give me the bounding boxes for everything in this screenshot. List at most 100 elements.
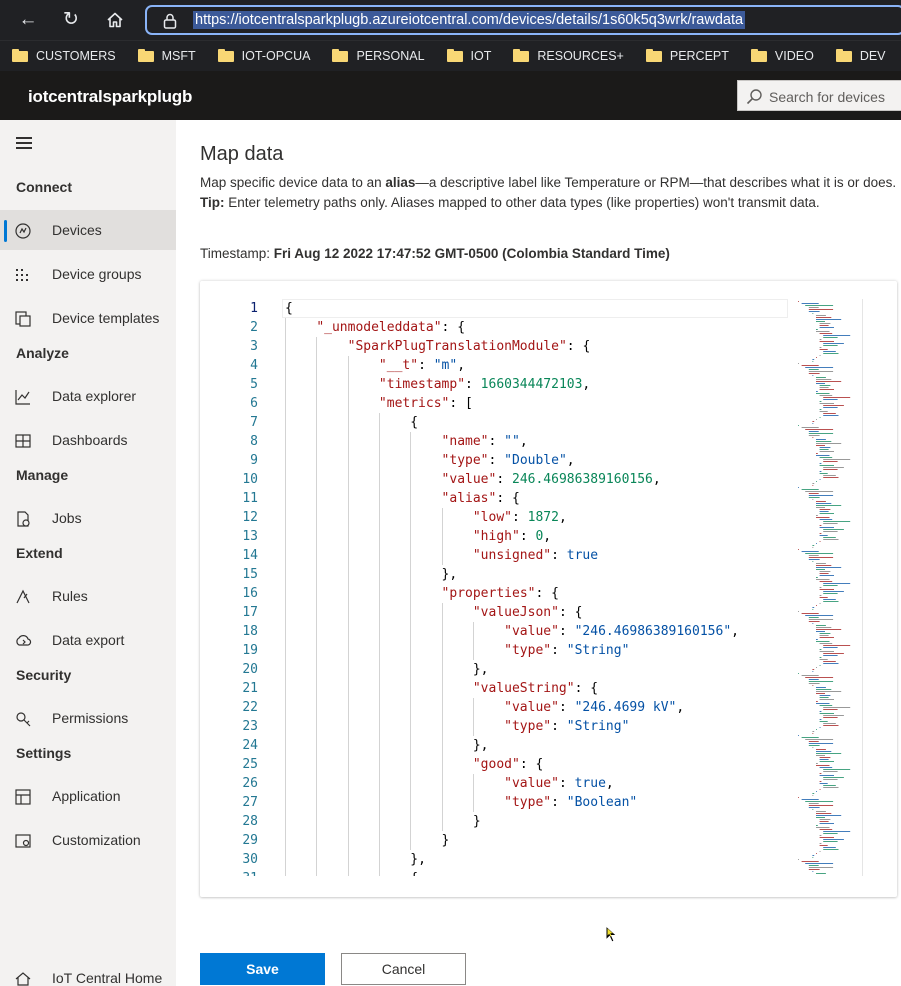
code-line[interactable]: 15 }, [200, 565, 795, 584]
json-code-editor[interactable]: 1{2 "_unmodeleddata": {3 "SparkPlugTrans… [200, 299, 897, 876]
address-bar[interactable]: https://iotcentralsparkplugb.azureiotcen… [145, 5, 901, 35]
minimap-line [816, 319, 842, 320]
code-line[interactable]: 2 "_unmodeleddata": { [200, 318, 795, 337]
minimap-line [816, 377, 826, 378]
line-number: 26 [242, 776, 258, 791]
code-line[interactable]: 3 "SparkPlugTranslationModule": { [200, 337, 795, 356]
sidebar-item-rules[interactable]: Rules [0, 576, 176, 616]
bookmark-personal[interactable]: PERSONAL [319, 41, 433, 71]
minimap-line [812, 361, 814, 362]
indent-guide [285, 622, 286, 641]
sidebar-item-data-explorer[interactable]: Data explorer [0, 376, 176, 416]
sidebar-item-permissions[interactable]: Permissions [0, 698, 176, 738]
cancel-button[interactable]: Cancel [341, 953, 466, 985]
sidebar-item-data-export[interactable]: Data export [0, 620, 176, 660]
code-line[interactable]: 10 "value": 246.46986389160156, [200, 470, 795, 489]
minimap-line [808, 373, 820, 374]
sidebar-item-device-groups[interactable]: Device groups [0, 254, 176, 294]
code-line[interactable]: 1{ [200, 299, 795, 318]
code-line[interactable]: 17 "valueJson": { [200, 603, 795, 622]
app-title[interactable]: iotcentralsparkplugb [28, 87, 192, 107]
code-minimap[interactable] [796, 299, 862, 876]
code-line[interactable]: 21 "valueString": { [200, 679, 795, 698]
hamburger-menu-icon[interactable] [16, 137, 32, 149]
code-line[interactable]: 13 "high": 0, [200, 527, 795, 546]
code-line[interactable]: 30 }, [200, 850, 795, 869]
save-button[interactable]: Save [200, 953, 325, 985]
indent-guide [410, 831, 412, 850]
app-header: iotcentralsparkplugb Search for devices [0, 71, 901, 120]
bookmark-iot[interactable]: IOT [434, 41, 501, 71]
bookmark-customers[interactable]: CUSTOMERS [0, 41, 125, 71]
code-line[interactable]: 22 "value": "246.4699 kV", [200, 698, 795, 717]
bookmark-resources-[interactable]: RESOURCES+ [500, 41, 632, 71]
minimap-line [823, 771, 838, 772]
code-line[interactable]: 31 { [200, 869, 795, 876]
code-line[interactable]: 12 "low": 1872, [200, 508, 795, 527]
sidebar-item-dashboards[interactable]: Dashboards [0, 420, 176, 460]
sidebar-item-jobs[interactable]: Jobs [0, 498, 176, 538]
code-line[interactable]: 28 } [200, 812, 795, 831]
code-line[interactable]: 8 "name": "", [200, 432, 795, 451]
code-line[interactable]: 4 "__t": "m", [200, 356, 795, 375]
minimap-line [823, 593, 838, 594]
minimap-line [819, 339, 822, 340]
code-line[interactable]: 6 "metrics": [ [200, 394, 795, 413]
indent-guide [316, 679, 318, 698]
code-line[interactable]: 5 "timestamp": 1660344472103, [200, 375, 795, 394]
indent-guide [410, 489, 412, 508]
indent-guide [285, 717, 286, 736]
indent-guide [316, 565, 318, 584]
bookmark-percept[interactable]: PERCEPT [633, 41, 738, 71]
json-editor-card: 1{2 "_unmodeleddata": {3 "SparkPlugTrans… [200, 281, 897, 897]
indent-guide [378, 565, 380, 584]
sidebar-item-device-templates[interactable]: Device templates [0, 298, 176, 338]
code-line[interactable]: 18 "value": "246.46986389160156", [200, 622, 795, 641]
minimap-line [819, 387, 829, 388]
minimap-line [812, 747, 814, 748]
minimap-line [812, 561, 814, 562]
minimap-line [816, 577, 818, 578]
minimap-line [823, 345, 838, 346]
bookmark-video[interactable]: VIDEO [738, 41, 823, 71]
search-input[interactable]: Search for devices [769, 89, 885, 105]
minimap-line [812, 313, 814, 314]
minimap-line [819, 333, 833, 334]
code-line[interactable]: 26 "value": true, [200, 774, 795, 793]
bookmark-iotcentral[interactable]: IOTCENTRAL [895, 41, 901, 71]
code-line[interactable]: 24 }, [200, 736, 795, 755]
bookmark-dev[interactable]: DEV [823, 41, 895, 71]
code-line[interactable]: 7 { [200, 413, 795, 432]
indent-guide [378, 641, 380, 660]
reload-icon[interactable]: ↻ [57, 6, 85, 34]
indent-guide [285, 375, 286, 394]
code-line[interactable]: 19 "type": "String" [200, 641, 795, 660]
minimap-line [808, 555, 819, 556]
code-line[interactable]: 16 "properties": { [200, 584, 795, 603]
indent-guide [378, 489, 380, 508]
code-line[interactable]: 27 "type": "Boolean" [200, 793, 795, 812]
sidebar-item-devices[interactable]: Devices [0, 210, 176, 250]
device-search-box[interactable]: Search for devices [737, 80, 901, 111]
code-line[interactable]: 9 "type": "Double", [200, 451, 795, 470]
bookmark-iot-opcua[interactable]: IOT-OPCUA [205, 41, 320, 71]
code-line[interactable]: 25 "good": { [200, 755, 795, 774]
indent-guide [378, 451, 380, 470]
sidebar-item-iot-central-home[interactable]: IoT Central Home [0, 958, 176, 986]
code-line[interactable]: 29 } [200, 831, 795, 850]
sidebar-item-customization[interactable]: Customization [0, 820, 176, 860]
code-line[interactable]: 23 "type": "String" [200, 717, 795, 736]
back-arrow-icon[interactable]: ← [14, 6, 42, 34]
indent-guide [441, 508, 443, 527]
sidebar-item-application[interactable]: Application [0, 776, 176, 816]
indent-guide [285, 660, 286, 679]
indent-guide [441, 660, 443, 679]
code-line[interactable]: 20 }, [200, 660, 795, 679]
minimap-line [816, 481, 817, 482]
minimap-line [819, 773, 822, 774]
editor-scrollbar[interactable] [862, 299, 863, 876]
code-line[interactable]: 14 "unsigned": true [200, 546, 795, 565]
bookmark-msft[interactable]: MSFT [125, 41, 205, 71]
code-line[interactable]: 11 "alias": { [200, 489, 795, 508]
home-icon[interactable] [101, 6, 129, 34]
